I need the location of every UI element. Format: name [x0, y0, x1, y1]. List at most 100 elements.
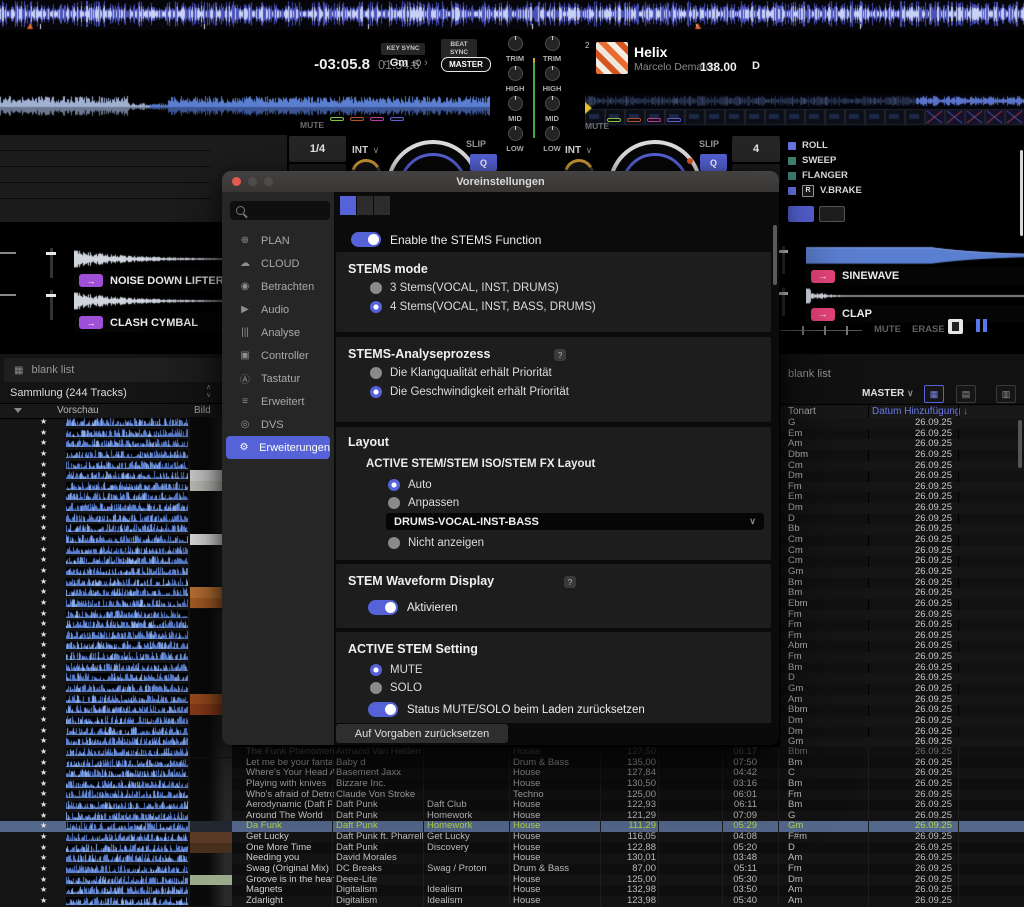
loop-size-item[interactable]: [0, 151, 210, 167]
stem-button[interactable]: [647, 118, 661, 122]
star-icon[interactable]: ★: [40, 736, 47, 747]
preview-row[interactable]: ★: [0, 896, 232, 907]
star-icon[interactable]: ★: [40, 779, 47, 790]
radio-option[interactable]: Die Geschwindigkeit erhält Priorität: [370, 386, 569, 398]
playlist-item[interactable]: ▦ blank list: [4, 358, 238, 382]
preview-row[interactable]: ★: [0, 491, 232, 502]
key-row[interactable]: Dm 26.09.25: [780, 471, 1024, 482]
preview-row[interactable]: ★: [0, 609, 232, 620]
key-row[interactable]: Em 26.09.25: [780, 492, 1024, 503]
sampler-erase-button[interactable]: ERASE: [912, 324, 945, 335]
preview-row[interactable]: ★: [0, 513, 232, 524]
key-row[interactable]: Am 26.09.25: [780, 695, 1024, 706]
star-icon[interactable]: ★: [40, 896, 47, 907]
deck-right-source-select[interactable]: INT ∨: [565, 140, 592, 158]
sample-trigger-icon[interactable]: →: [79, 316, 103, 329]
fx-scrollbar[interactable]: [1020, 150, 1023, 236]
dialog-tab[interactable]: [374, 196, 390, 215]
preview-row[interactable]: ★: [0, 630, 232, 641]
key-row[interactable]: D 26.09.25: [780, 673, 1024, 684]
radio-option[interactable]: SOLO: [370, 682, 422, 694]
track-preview-waveform[interactable]: [66, 631, 188, 639]
preview-row[interactable]: ★: [0, 715, 232, 726]
playlist-item[interactable]: blank list: [788, 368, 831, 380]
star-icon[interactable]: ★: [40, 683, 47, 694]
preview-row[interactable]: ★: [0, 864, 232, 875]
sampler-volume-tick[interactable]: [0, 252, 16, 254]
star-icon[interactable]: ★: [40, 491, 47, 502]
view-grid-button[interactable]: ▦: [924, 385, 944, 403]
radio-icon[interactable]: [388, 479, 400, 491]
deck-left-source-select[interactable]: INT ∨: [352, 140, 379, 158]
track-row[interactable]: Needing you David Morales House 130,01 ☆…: [232, 853, 1024, 864]
preview-row[interactable]: ★: [0, 449, 232, 460]
track-preview-waveform[interactable]: [66, 759, 188, 767]
fx-item[interactable]: R V.BRAKE: [788, 183, 1018, 198]
column-header-preview[interactable]: Vorschau: [57, 405, 99, 416]
preview-row[interactable]: ★: [0, 875, 232, 886]
key-row[interactable]: Am 26.09.25: [780, 439, 1024, 450]
high-knob[interactable]: [545, 66, 560, 81]
zoom-button[interactable]: [264, 177, 273, 186]
deck-left-loop-display[interactable]: 1/4: [289, 136, 346, 162]
preview-row[interactable]: ★: [0, 640, 232, 651]
column-header-date[interactable]: Datum Hinzufügung ↓: [872, 406, 968, 417]
star-icon[interactable]: ★: [40, 598, 47, 609]
key-row[interactable]: Cm 26.09.25: [780, 535, 1024, 546]
radio-icon[interactable]: [370, 664, 382, 676]
preview-row[interactable]: ★: [0, 736, 232, 747]
track-row[interactable]: Groove is in the heart Deee-Lite House 1…: [232, 875, 1024, 886]
star-icon[interactable]: ★: [40, 619, 47, 630]
star-icon[interactable]: ★: [40, 768, 47, 779]
deck-left-quantize-button[interactable]: Q: [470, 154, 497, 171]
mid-knob[interactable]: [508, 96, 523, 111]
key-row[interactable]: Fm 26.09.25: [780, 482, 1024, 493]
radio-option[interactable]: 3 Stems(VOCAL, INST, DRUMS): [370, 282, 559, 294]
sample-trigger-icon[interactable]: →: [79, 274, 103, 287]
star-icon[interactable]: ★: [40, 555, 47, 566]
loop-size-item[interactable]: [0, 167, 210, 183]
preview-row[interactable]: ★: [0, 651, 232, 662]
track-preview-waveform[interactable]: [66, 695, 188, 703]
star-icon[interactable]: ★: [40, 672, 47, 683]
radio-icon[interactable]: [370, 301, 382, 313]
track-preview-waveform[interactable]: [66, 503, 188, 511]
sampler-mute-button[interactable]: MUTE: [874, 324, 901, 335]
track-preview-waveform[interactable]: [66, 461, 188, 469]
preview-row[interactable]: ★: [0, 789, 232, 800]
track-preview-waveform[interactable]: [66, 524, 188, 532]
fx-item[interactable]: FLANGER: [788, 168, 1018, 183]
track-preview-waveform[interactable]: [66, 429, 188, 437]
track-preview-waveform[interactable]: [66, 886, 188, 894]
track-preview-waveform[interactable]: [66, 546, 188, 554]
sidebar-item[interactable]: ⊕ PLAN: [226, 229, 330, 252]
aktivieren-toggle[interactable]: [368, 600, 398, 615]
track-preview-waveform[interactable]: [66, 716, 188, 724]
stem-button[interactable]: [350, 117, 364, 121]
star-icon[interactable]: ★: [40, 545, 47, 556]
star-icon[interactable]: ★: [40, 800, 47, 811]
fx-checkbox[interactable]: [788, 187, 796, 195]
key-row[interactable]: Bbm 26.09.25: [780, 705, 1024, 716]
track-row[interactable]: Aerodynamic (Daft Punk Daft Punk Daft Cl…: [232, 800, 1024, 811]
star-icon[interactable]: ★: [40, 460, 47, 471]
track-preview-waveform[interactable]: [66, 610, 188, 618]
loop-size-item[interactable]: [0, 135, 210, 151]
trim-knob[interactable]: [508, 36, 523, 51]
column-header-key[interactable]: Tonart: [788, 406, 816, 417]
star-icon[interactable]: ★: [40, 789, 47, 800]
key-row[interactable]: Ebm 26.09.25: [780, 599, 1024, 610]
star-icon[interactable]: ★: [40, 470, 47, 481]
sidebar-item[interactable]: ||| Analyse: [226, 321, 330, 344]
track-preview-waveform[interactable]: [66, 833, 188, 841]
track-preview-waveform[interactable]: [66, 439, 188, 447]
preview-row[interactable]: ★: [0, 619, 232, 630]
track-preview-waveform[interactable]: [66, 567, 188, 575]
stem-button[interactable]: [390, 117, 404, 121]
preview-row[interactable]: ★: [0, 843, 232, 854]
key-row[interactable]: Fm 26.09.25: [780, 652, 1024, 663]
low-knob[interactable]: [545, 126, 560, 141]
track-row[interactable]: Where's Your Head At Basement Jaxx House…: [232, 768, 1024, 779]
sidebar-item[interactable]: ▣ Controller: [226, 344, 330, 367]
preview-row[interactable]: ★: [0, 598, 232, 609]
